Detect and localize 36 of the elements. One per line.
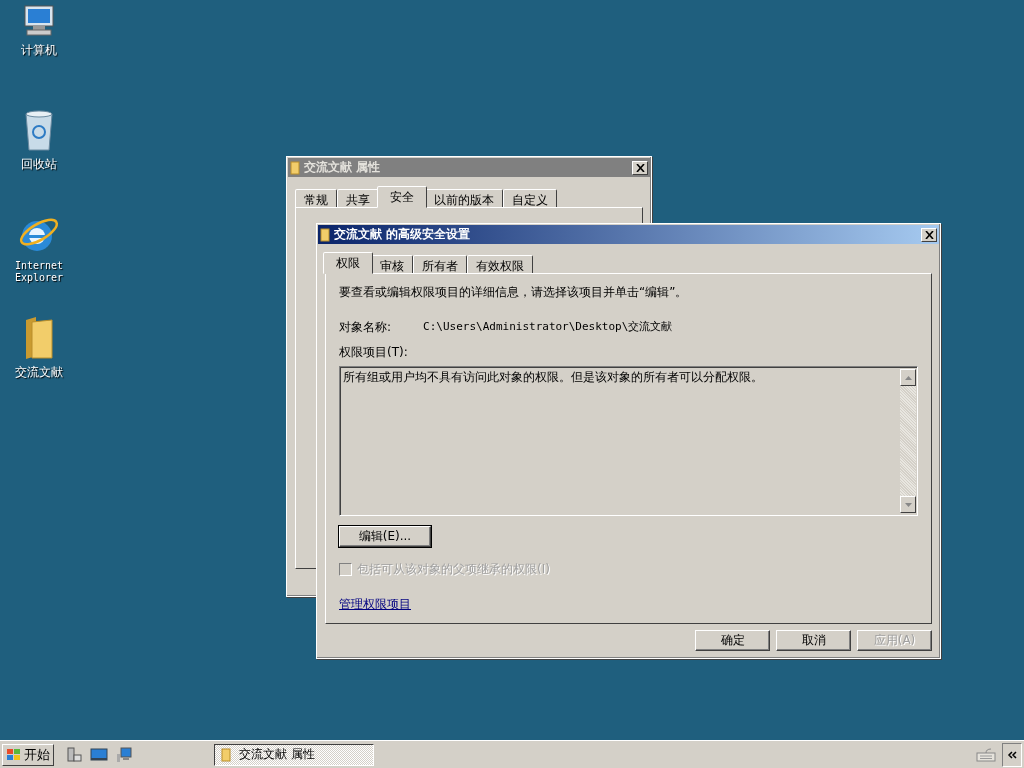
object-name-label: 对象名称: [339, 319, 392, 336]
window-title: 交流文献 的高级安全设置 [334, 226, 472, 243]
empty-list-message: 所有组或用户均不具有访问此对象的权限。但是该对象的所有者可以分配权限。 [343, 369, 763, 386]
tab[interactable]: 权限 [323, 252, 373, 274]
show-desktop-icon[interactable] [90, 747, 108, 762]
object-path: C:\Users\Administrator\Desktop\交流文献 [423, 319, 673, 335]
windows-logo-icon [6, 747, 22, 762]
computer-icon[interactable] [21, 4, 57, 38]
dialog-button[interactable]: 确定 [695, 630, 770, 651]
expand-tray-button[interactable] [1002, 742, 1022, 767]
monitor-icon[interactable] [116, 746, 132, 763]
instruction-text: 要查看或编辑权限项目的详细信息，请选择该项目并单击“编辑”。 [339, 284, 689, 301]
folder-icon [290, 160, 300, 175]
dialog-button[interactable]: 取消 [776, 630, 851, 651]
start-button[interactable]: 开始 [2, 743, 54, 766]
desktop-icon-label[interactable]: 交流文献 [15, 364, 63, 381]
entries-label: 权限项目(T): [339, 344, 409, 361]
desktop-icon-label[interactable]: Internet Explorer [9, 260, 69, 284]
tab[interactable]: 安全 [377, 186, 427, 208]
close-icon [635, 163, 645, 172]
folder-icon [320, 227, 330, 242]
close-icon [924, 230, 934, 239]
scrollbar[interactable] [900, 369, 916, 513]
edit-button[interactable]: 编辑(E)... [339, 526, 431, 547]
double-chevron-icon [1007, 750, 1017, 759]
up-arrow-icon [904, 375, 912, 380]
window-title: 交流文献 属性 [304, 159, 382, 176]
permission-list[interactable]: 所有组或用户均不具有访问此对象的权限。但是该对象的所有者可以分配权限。 [339, 366, 918, 516]
server-manager-icon[interactable] [66, 746, 82, 763]
close-button[interactable] [921, 227, 937, 242]
desktop-icon-label[interactable]: 回收站 [21, 156, 57, 173]
manage-permissions-link[interactable]: 管理权限项目 [339, 596, 411, 613]
folder-icon [221, 747, 231, 762]
down-arrow-icon [904, 502, 912, 507]
taskbar-window-button[interactable]: 交流文献 属性 [214, 743, 374, 766]
desktop-icon-label[interactable]: 计算机 [21, 42, 57, 59]
